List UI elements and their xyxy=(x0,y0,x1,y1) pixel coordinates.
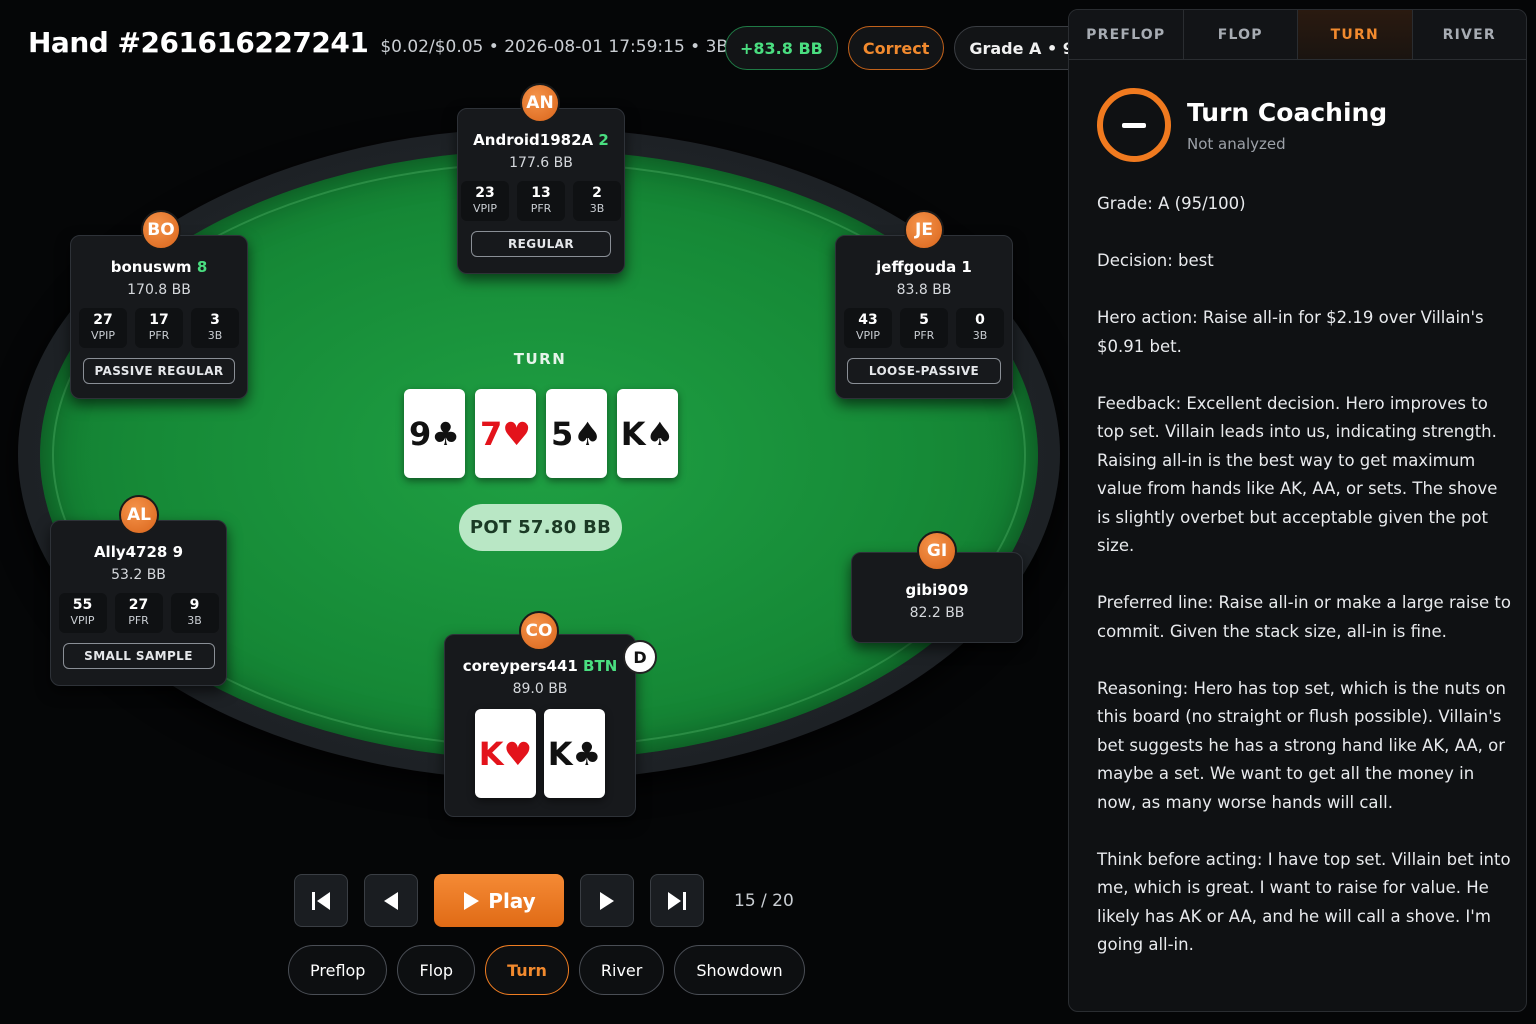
stat-vpip: 43 VPIP xyxy=(844,308,892,348)
player-name: Android1982A 2 xyxy=(473,131,609,149)
player-avatar: AL xyxy=(119,495,159,535)
play-label: Play xyxy=(488,888,536,913)
player-avatar: BO xyxy=(141,210,181,250)
player-type-tag: LOOSE-PASSIVE xyxy=(847,358,1001,384)
player-stack: 82.2 BB xyxy=(909,605,965,621)
player-name: gibi909 xyxy=(905,581,969,599)
stat-3b: 9 3B xyxy=(170,593,219,633)
player-avatar: AN xyxy=(520,83,560,123)
verdict-badge: Correct xyxy=(847,26,945,70)
player-avatar: JE xyxy=(904,210,944,250)
coaching-decision: Decision: best xyxy=(1097,251,1214,270)
stat-3b: 0 3B xyxy=(956,308,1004,348)
seat-left-upper[interactable]: BO bonuswm 8 170.8 BB 27 VPIP 17 PFR 3 3B P… xyxy=(70,210,248,399)
stat-3b: 3 3B xyxy=(191,308,239,348)
skip-end-icon[interactable] xyxy=(650,874,704,927)
play-icon xyxy=(464,891,480,910)
hand-meta: $0.02/$0.05 • 2026-08-01 17:59:15 • 3BP xyxy=(380,37,739,57)
coaching-header: Turn Coaching Not analyzed xyxy=(1097,88,1387,162)
player-type-tag: REGULAR xyxy=(471,231,611,257)
player-name: coreypers441 BTN xyxy=(462,657,618,675)
player-stack: 89.0 BB xyxy=(512,681,568,697)
player-name: bonuswm 8 xyxy=(110,258,208,276)
dealer-button: D xyxy=(623,640,657,674)
coaching-feedback: Feedback: Excellent decision. Hero impro… xyxy=(1097,393,1498,556)
seat-right-upper[interactable]: JE jeffgouda 1 83.8 BB 43 VPIP 5 PFR 0 3B L… xyxy=(835,210,1013,399)
community-cards: 9♣ 7♥ 5♠ K♠ xyxy=(404,389,678,478)
stat-pfr: 27 PFR xyxy=(114,593,163,633)
seat-hero[interactable]: CO coreypers441 BTN 89.0 BB K♥ K♣ xyxy=(444,611,636,817)
coaching-reasoning: Reasoning: Hero has top set, which is th… xyxy=(1097,678,1507,812)
hole-card: K♣ xyxy=(544,709,605,798)
header-badges: +83.8 BB Correct Grade A • 92 xyxy=(725,26,1101,70)
stat-pfr: 13 PFR xyxy=(517,181,565,221)
seat-right-lower[interactable]: GI gibi909 82.2 BB xyxy=(851,531,1023,643)
player-stack: 83.8 BB xyxy=(896,282,952,298)
pot-display: POT 57.80 BB xyxy=(459,504,622,551)
step-back-icon[interactable] xyxy=(364,874,418,927)
street-nav: Preflop Flop Turn River Showdown xyxy=(288,945,805,995)
street-pill-preflop[interactable]: Preflop xyxy=(288,945,388,995)
stat-vpip: 23 VPIP xyxy=(461,181,509,221)
tab-preflop[interactable]: PREFLOP xyxy=(1069,10,1184,59)
step-counter: 15 / 20 xyxy=(734,890,794,911)
coaching-status: Not analyzed xyxy=(1187,134,1286,153)
stat-pfr: 5 PFR xyxy=(900,308,948,348)
stat-pfr: 17 PFR xyxy=(135,308,183,348)
coaching-preferred-line: Preferred line: Raise all-in or make a l… xyxy=(1097,593,1511,641)
step-forward-icon[interactable] xyxy=(580,874,634,927)
tab-river[interactable]: RIVER xyxy=(1413,10,1527,59)
board-card: 7♥ xyxy=(475,389,536,478)
player-stats: 55 VPIP 27 PFR 9 3B xyxy=(51,593,226,633)
result-badge: +83.8 BB xyxy=(725,26,838,70)
coaching-think: Think before acting: I have top set. Vil… xyxy=(1097,849,1511,955)
tab-turn[interactable]: TURN xyxy=(1298,10,1413,59)
skip-start-icon[interactable] xyxy=(294,874,348,927)
street-pill-turn[interactable]: Turn xyxy=(485,945,569,995)
hand-header: Hand #261616227241 $0.02/$0.05 • 2026-08… xyxy=(28,26,738,59)
coaching-hero-action: Hero action: Raise all-in for $2.19 over… xyxy=(1097,308,1484,356)
coaching-panel: PREFLOP FLOP TURN RIVER Turn Coaching No… xyxy=(1068,9,1527,1012)
replay-controls: Play 15 / 20 xyxy=(294,874,794,927)
player-name: jeffgouda 1 xyxy=(876,258,972,276)
player-type-tag: SMALL SAMPLE xyxy=(62,643,215,669)
seat-top[interactable]: AN Android1982A 2 177.6 BB 23 VPIP 13 PFR … xyxy=(457,83,625,274)
hole-cards: K♥ K♣ xyxy=(445,709,635,798)
player-stats: 43 VPIP 5 PFR 0 3B xyxy=(836,308,1012,348)
coaching-title: Turn Coaching xyxy=(1187,97,1388,127)
hole-card: K♥ xyxy=(475,709,536,798)
player-avatar: CO xyxy=(519,611,559,651)
stat-3b: 2 3B xyxy=(573,181,621,221)
play-button[interactable]: Play xyxy=(434,874,564,927)
stat-vpip: 55 VPIP xyxy=(58,593,107,633)
player-stack: 170.8 BB xyxy=(127,282,191,298)
hand-title: Hand #261616227241 xyxy=(28,26,369,59)
street-tabs: PREFLOP FLOP TURN RIVER xyxy=(1069,10,1526,60)
tab-flop[interactable]: FLOP xyxy=(1184,10,1298,59)
seat-left-lower[interactable]: AL Ally4728 9 53.2 BB 55 VPIP 27 PFR 9 3B S… xyxy=(50,495,227,686)
coaching-grade: Grade: A (95/100) xyxy=(1097,194,1246,213)
coaching-text: Grade: A (95/100) Decision: best Hero ac… xyxy=(1097,190,1515,988)
player-stack: 177.6 BB xyxy=(509,155,573,171)
player-name: Ally4728 9 xyxy=(93,543,184,561)
board-card: K♠ xyxy=(617,389,678,478)
street-pill-flop[interactable]: Flop xyxy=(397,945,476,995)
board-card: 9♣ xyxy=(404,389,465,478)
stat-vpip: 27 VPIP xyxy=(79,308,127,348)
board-card: 5♠ xyxy=(546,389,607,478)
player-avatar: GI xyxy=(917,531,957,571)
not-analyzed-icon xyxy=(1097,88,1171,162)
street-pill-showdown[interactable]: Showdown xyxy=(674,945,805,995)
player-stats: 23 VPIP 13 PFR 2 3B xyxy=(458,181,624,221)
player-type-tag: PASSIVE REGULAR xyxy=(83,358,235,384)
player-stack: 53.2 BB xyxy=(111,567,166,583)
street-pill-river[interactable]: River xyxy=(578,945,665,995)
player-stats: 27 VPIP 17 PFR 3 3B xyxy=(71,308,247,348)
